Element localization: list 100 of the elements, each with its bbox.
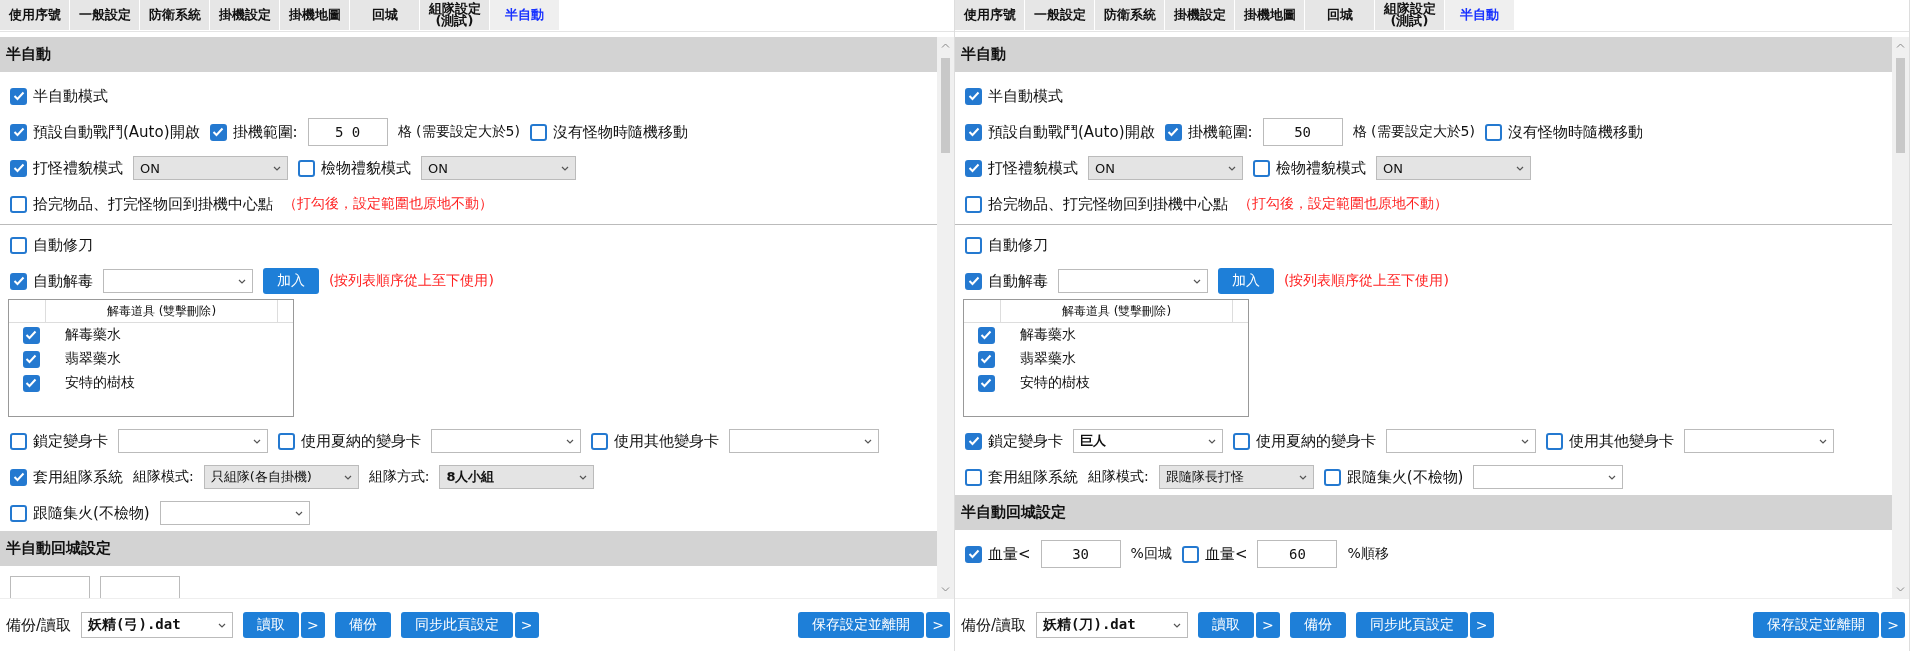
checkbox[interactable]: [977, 374, 995, 392]
checkbox[interactable]: 使用夏納的變身卡: [278, 431, 421, 451]
table-cell[interactable]: 翡翠藥水: [1020, 350, 1076, 368]
scrollbar[interactable]: [1892, 37, 1909, 598]
dropdown[interactable]: 妖精(弓).dat: [81, 612, 234, 638]
checkbox[interactable]: 半自動模式: [965, 86, 1063, 106]
table-cell[interactable]: 解毒藥水: [1020, 326, 1076, 344]
dropdown[interactable]: [1386, 429, 1536, 453]
scrollbar[interactable]: [937, 37, 954, 598]
checkbox[interactable]: [22, 326, 40, 344]
tab[interactable]: 回城: [1305, 0, 1375, 30]
dropdown[interactable]: 妖精(刀).dat: [1036, 612, 1189, 638]
checkbox[interactable]: [22, 374, 40, 392]
tab[interactable]: 回城: [350, 0, 420, 30]
tab[interactable]: 掛機設定: [1165, 0, 1235, 30]
checkbox[interactable]: [22, 350, 40, 368]
button[interactable]: 備份: [1289, 612, 1346, 638]
checkbox[interactable]: 打怪禮貌模式: [965, 158, 1078, 178]
checkbox[interactable]: [977, 350, 995, 368]
checkbox[interactable]: 自動修刀: [965, 235, 1048, 255]
checkbox[interactable]: 自動修刀: [10, 235, 93, 255]
tab[interactable]: 防衛系統: [1095, 0, 1165, 30]
tab[interactable]: 掛機地圖: [1235, 0, 1305, 30]
checkbox[interactable]: 套用組隊系統: [965, 467, 1078, 487]
button[interactable]: 保存設定並離開: [1753, 612, 1880, 638]
button[interactable]: 加入: [263, 268, 319, 294]
arrow-button[interactable]: >: [1881, 612, 1905, 638]
checkbox[interactable]: 沒有怪物時隨機移動: [1484, 122, 1643, 142]
button[interactable]: 同步此頁設定: [400, 612, 513, 638]
tab[interactable]: 組隊設定 (測試): [1375, 0, 1445, 30]
checkbox[interactable]: 拾完物品、打完怪物回到掛機中心點: [10, 194, 273, 214]
tab[interactable]: 使用序號: [955, 0, 1025, 30]
dropdown[interactable]: ON: [1376, 156, 1531, 180]
tab[interactable]: 防衛系統: [140, 0, 210, 30]
checkbox[interactable]: 使用其他變身卡: [1546, 431, 1674, 451]
dropdown[interactable]: ON: [421, 156, 576, 180]
dropdown[interactable]: [118, 429, 268, 453]
checkbox[interactable]: 使用其他變身卡: [591, 431, 719, 451]
checkbox[interactable]: [977, 326, 995, 344]
arrow-button[interactable]: >: [1256, 612, 1280, 638]
checkbox[interactable]: 沒有怪物時隨機移動: [529, 122, 688, 142]
table-cell[interactable]: 安特的樹枝: [1020, 374, 1090, 392]
input-field[interactable]: 30: [1040, 540, 1121, 568]
tab[interactable]: 掛機設定: [210, 0, 280, 30]
checkbox[interactable]: 檢物禮貌模式: [1253, 158, 1366, 178]
input-field[interactable]: [100, 576, 180, 598]
dropdown[interactable]: ON: [133, 156, 288, 180]
scrollbar-thumb[interactable]: [1896, 58, 1905, 153]
checkbox[interactable]: 自動解毒: [965, 271, 1048, 291]
checkbox[interactable]: 鎖定變身卡: [965, 431, 1063, 451]
table-cell[interactable]: 解毒藥水: [65, 326, 121, 344]
checkbox[interactable]: 套用組隊系統: [10, 467, 123, 487]
checkbox[interactable]: 半自動模式: [10, 86, 108, 106]
tab[interactable]: 掛機地圖: [280, 0, 350, 30]
dropdown[interactable]: [1684, 429, 1834, 453]
checkbox[interactable]: 自動解毒: [10, 271, 93, 291]
tab[interactable]: 一般設定: [1025, 0, 1095, 30]
dropdown[interactable]: [1473, 465, 1624, 489]
button[interactable]: 讀取: [1198, 612, 1255, 638]
dropdown[interactable]: [1058, 269, 1208, 293]
checkbox[interactable]: 血量<: [1181, 544, 1248, 564]
checkbox[interactable]: 跟隨集火(不檢物): [10, 503, 150, 523]
arrow-button[interactable]: >: [1469, 612, 1494, 638]
arrow-button[interactable]: >: [926, 612, 950, 638]
tab[interactable]: 組隊設定 (測試): [420, 0, 490, 30]
dropdown[interactable]: 8人小組: [439, 465, 595, 489]
arrow-button[interactable]: >: [514, 612, 539, 638]
checkbox[interactable]: 使用夏納的變身卡: [1233, 431, 1376, 451]
input-field[interactable]: 50: [1262, 118, 1343, 146]
checkbox[interactable]: 掛機範圍:: [209, 122, 298, 142]
dropdown[interactable]: [159, 501, 310, 525]
input-field[interactable]: 60: [1257, 540, 1338, 568]
dropdown[interactable]: 巨人: [1073, 429, 1223, 453]
dropdown[interactable]: [431, 429, 581, 453]
scrollbar-thumb[interactable]: [941, 58, 950, 153]
checkbox[interactable]: 預設自動戰鬥(Auto)開啟: [965, 122, 1155, 142]
tab[interactable]: 半自動: [490, 0, 560, 30]
tab[interactable]: 半自動: [1445, 0, 1515, 30]
checkbox[interactable]: 打怪禮貌模式: [10, 158, 123, 178]
checkbox[interactable]: 跟隨集火(不檢物): [1323, 467, 1464, 487]
button[interactable]: 加入: [1218, 268, 1274, 294]
dropdown[interactable]: [729, 429, 879, 453]
input-field[interactable]: 5 0: [307, 118, 388, 146]
dropdown[interactable]: 跟隨隊長打怪: [1158, 465, 1314, 489]
checkbox[interactable]: 檢物禮貌模式: [298, 158, 411, 178]
tab[interactable]: 使用序號: [0, 0, 70, 30]
tab[interactable]: 一般設定: [70, 0, 140, 30]
table-cell[interactable]: 安特的樹枝: [65, 374, 135, 392]
button[interactable]: 備份: [334, 612, 391, 638]
arrow-button[interactable]: >: [301, 612, 325, 638]
input-field[interactable]: [10, 576, 90, 598]
dropdown[interactable]: 只組隊(各自掛機): [203, 465, 359, 489]
dropdown[interactable]: [103, 269, 253, 293]
checkbox[interactable]: 血量<: [965, 544, 1031, 564]
dropdown[interactable]: ON: [1088, 156, 1243, 180]
checkbox[interactable]: 鎖定變身卡: [10, 431, 108, 451]
checkbox[interactable]: 掛機範圍:: [1164, 122, 1253, 142]
button[interactable]: 讀取: [243, 612, 300, 638]
table-cell[interactable]: 翡翠藥水: [65, 350, 121, 368]
button[interactable]: 保存設定並離開: [798, 612, 925, 638]
